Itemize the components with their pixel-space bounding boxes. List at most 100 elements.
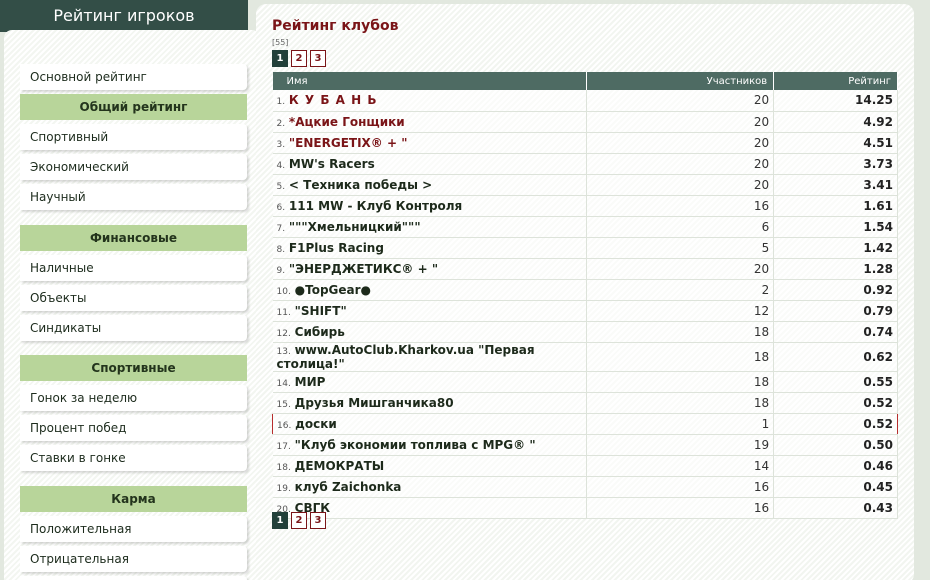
table-row[interactable]: 6. 111 MW - Клуб Контроля 16 1.61 [272,195,898,217]
table-row[interactable]: 7. """Хмельницкий""" 6 1.54 [272,216,898,238]
page-button-3[interactable]: 3 [310,50,326,67]
sidebar-item-win-percent[interactable]: Процент побед [20,415,247,441]
sidebar-header: Рейтинг игроков [0,0,248,32]
members-cell: 5 [586,237,775,259]
table-row[interactable]: 8. F1Plus Racing 5 1.42 [272,237,898,259]
table-row[interactable]: 13. www.AutoClub.Kharkov.ua "Первая стол… [272,342,898,372]
menu-group-sport: Спортивные Гонок за неделю Процент побед… [20,355,247,471]
sidebar-item-science[interactable]: Научный [20,184,247,210]
sidebar-item-sport[interactable]: Спортивный [20,124,247,150]
page-title: Рейтинг клубов [272,18,399,34]
sidebar-item-syndicates[interactable]: Синдикаты [20,315,247,341]
rating-cell: 3.41 [773,174,898,196]
rating-cell: 4.51 [773,132,898,154]
rating-cell: 1.61 [773,195,898,217]
club-name-link[interactable]: Друзья Мишганчика80 [295,396,454,410]
members-cell: 14 [586,455,775,477]
table-row[interactable]: 9. "ЭНЕРДЖЕТИКС® + " 20 1.28 [272,258,898,280]
club-name-cell: 2. *Ацкие Гонщики [272,111,587,133]
club-name-cell: 3. "ENERGETIX® + " [272,132,587,154]
page-button-3[interactable]: 3 [310,512,326,529]
members-cell: 16 [586,195,775,217]
table-row[interactable]: 14. МИР 18 0.55 [272,371,898,393]
table-row[interactable]: 10. ●TopGear● 2 0.92 [272,279,898,301]
sidebar-item-karma-negative[interactable]: Отрицательная [20,546,247,572]
menu-group-karma: Карма Положительная Отрицательная [20,486,247,580]
table-row[interactable]: 4. MW's Racers 20 3.73 [272,153,898,175]
column-header-rating[interactable]: Рейтинг [773,72,898,90]
club-name-link[interactable]: доски [295,417,337,431]
sidebar-item-race-bets[interactable]: Ставки в гонке [20,445,247,471]
rating-cell: 1.28 [773,258,898,280]
table-row[interactable]: 19. клуб Zaichonka 16 0.45 [272,476,898,498]
table-row[interactable]: 3. "ENERGETIX® + " 20 4.51 [272,132,898,154]
sidebar-item-main-rating[interactable]: Основной рейтинг [20,64,247,90]
club-name-link[interactable]: К У Б А Н Ь [289,93,378,107]
club-name-link[interactable]: "ENERGETIX® + " [289,136,408,150]
rating-cell: 0.50 [773,434,898,456]
row-number: 11. [276,307,291,318]
club-name-link[interactable]: "SHIFT" [295,304,347,318]
table-row[interactable]: 15. Друзья Мишганчика80 18 0.52 [272,392,898,414]
club-name-cell: 17. "Клуб экономии топлива с MPG® " [272,434,587,456]
club-name-link[interactable]: < Техника победы > [289,178,432,192]
club-name-link[interactable]: www.AutoClub.Kharkov.ua "Первая столица!… [277,343,535,371]
rating-cell: 0.92 [773,279,898,301]
table-row[interactable]: 16. доски 1 0.52 [272,412,898,435]
page-button-1[interactable]: 1 [272,512,288,529]
rating-cell: 0.55 [773,371,898,393]
club-name-link[interactable]: ●TopGear● [295,283,371,297]
sidebar-item-karma-positive[interactable]: Положительная [20,516,247,542]
club-name-cell: 13. www.AutoClub.Kharkov.ua "Первая стол… [272,342,587,372]
rating-cell: 3.73 [773,153,898,175]
rating-cell: 14.25 [773,90,898,112]
row-number: 2. [276,118,286,129]
total-count: [55] [272,38,289,47]
members-cell: 20 [586,153,775,175]
row-number: 8. [276,244,286,255]
page-button-2[interactable]: 2 [291,50,307,67]
table-header: Имя Участников Рейтинг [272,72,898,90]
table-row[interactable]: 12. Сибирь 18 0.74 [272,321,898,343]
table-row[interactable]: 11. "SHIFT" 12 0.79 [272,300,898,322]
row-number: 17. [276,441,291,452]
club-name-cell: 1. К У Б А Н Ь [272,90,587,112]
sidebar-item-economic[interactable]: Экономический [20,154,247,180]
menu-group-financial: Финансовые Наличные Объекты Синдикаты [20,225,247,341]
sidebar-item-extra[interactable] [20,576,247,580]
club-name-link[interactable]: """Хмельницкий""" [289,220,421,234]
club-name-link[interactable]: "ЭНЕРДЖЕТИКС® + " [289,262,438,276]
club-name-link[interactable]: ДЕМОКРАТЫ [295,459,385,473]
club-name-link[interactable]: клуб Zaichonka [295,480,402,494]
club-name-cell: 10. ●TopGear● [272,279,587,301]
club-name-link[interactable]: "Клуб экономии топлива с MPG® " [295,438,536,452]
table-row[interactable]: 17. "Клуб экономии топлива с MPG® " 19 0.5… [272,434,898,456]
table-row[interactable]: 5. < Техника победы >20 3.41 [272,174,898,196]
club-name-link[interactable]: *Ацкие Гонщики [289,115,405,129]
club-name-link[interactable]: 111 MW - Клуб Контроля [289,199,462,213]
main-panel: Рейтинг клубов [55] 1 2 3 Имя Участников… [256,4,914,580]
club-name-link[interactable]: F1Plus Racing [289,241,384,255]
club-name-link[interactable]: MW's Racers [289,157,375,171]
club-name-link[interactable]: Сибирь [295,325,345,339]
club-name-link[interactable]: МИР [295,375,326,389]
row-number: 13. [276,346,291,357]
rating-cell: 0.52 [773,392,898,414]
row-number: 10. [276,286,291,297]
sidebar-item-objects[interactable]: Объекты [20,285,247,311]
row-number: 3. [276,139,286,150]
rating-cell: 0.45 [773,476,898,498]
page-button-1[interactable]: 1 [272,50,288,67]
sidebar-item-cash[interactable]: Наличные [20,255,247,281]
sidebar-item-races-week[interactable]: Гонок за неделю [20,385,247,411]
column-header-name[interactable]: Имя [272,72,587,90]
page-button-2[interactable]: 2 [291,512,307,529]
table-row[interactable]: 18. ДЕМОКРАТЫ 14 0.46 [272,455,898,477]
rating-cell: 0.52 [773,412,898,435]
table-row[interactable]: 20. СВГК 16 0.43 [272,497,898,519]
column-header-members[interactable]: Участников [586,72,775,90]
table-row[interactable]: 2. *Ацкие Гонщики 20 4.92 [272,111,898,133]
club-name-cell: 12. Сибирь [272,321,587,343]
table-row[interactable]: 1. К У Б А Н Ь 20 14.25 [272,90,898,112]
row-number: 15. [276,399,291,410]
